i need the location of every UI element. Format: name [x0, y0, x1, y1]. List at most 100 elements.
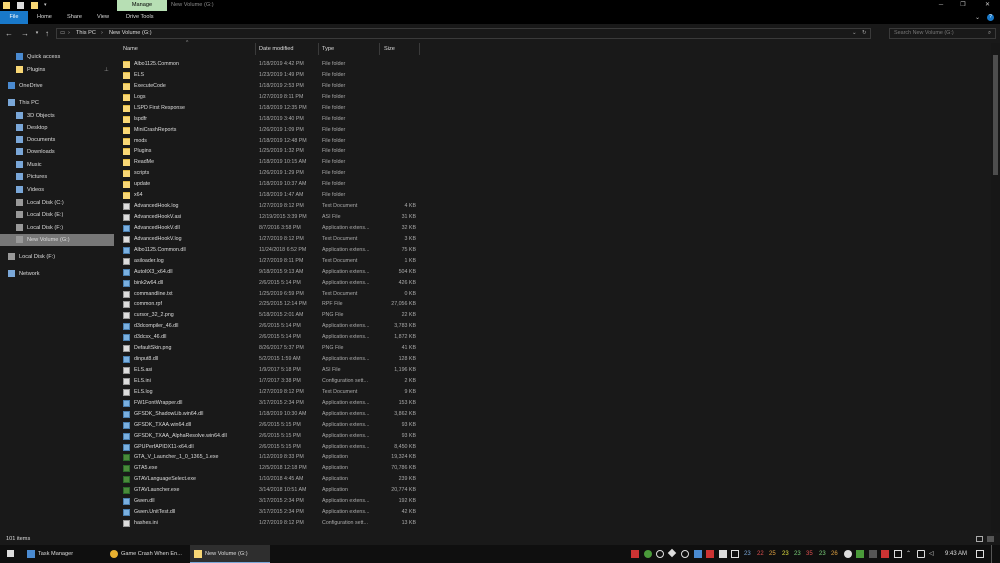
- file-row[interactable]: AdvancedHookV.dll 8/7/2016 3:58 PM Applica…: [117, 223, 417, 234]
- file-row[interactable]: ELS.ini 1/7/2017 3:38 PM Configuration set…: [117, 376, 417, 387]
- file-row[interactable]: Albo1125.Common 1/18/2019 4:42 PM File fol…: [117, 59, 417, 70]
- sidebar-item-desktop[interactable]: Desktop: [0, 122, 114, 134]
- column-header-type[interactable]: Type: [322, 43, 334, 55]
- taskbar-task-manager[interactable]: Task Manager: [23, 545, 103, 563]
- pin-icon[interactable]: ⊥: [104, 64, 109, 76]
- file-row[interactable]: mods 1/18/2019 12:48 PM File folder: [117, 136, 417, 147]
- back-button[interactable]: ←: [4, 28, 14, 39]
- file-row[interactable]: bink2w64.dll 2/6/2015 5:14 PM Application …: [117, 278, 417, 289]
- vertical-scrollbar[interactable]: [991, 43, 1000, 533]
- file-row[interactable]: GFSDK_TXAA.win64.dll 2/6/2015 5:15 PM Appl…: [117, 420, 417, 431]
- maximize-button[interactable]: ❐: [952, 0, 974, 11]
- column-divider[interactable]: [318, 43, 319, 55]
- help-icon[interactable]: ?: [987, 14, 994, 21]
- column-header-name[interactable]: Name: [123, 43, 138, 55]
- properties-icon[interactable]: [17, 2, 24, 9]
- tray-app-icon[interactable]: [631, 550, 639, 558]
- tray-app-icon[interactable]: [869, 550, 877, 558]
- chevron-down-icon[interactable]: ⌄: [852, 29, 857, 38]
- close-button[interactable]: ✕: [975, 0, 1000, 11]
- file-row[interactable]: Logs 1/27/2019 8:11 PM File folder: [117, 92, 417, 103]
- column-divider[interactable]: [379, 43, 380, 55]
- refresh-icon[interactable]: ↻: [862, 29, 867, 38]
- file-row[interactable]: common.rpf 2/25/2015 12:14 PM RPF File 27,0…: [117, 299, 417, 310]
- tray-app-icon[interactable]: [719, 550, 727, 558]
- file-row[interactable]: hashes.ini 1/27/2019 8:12 PM Configuration…: [117, 518, 417, 529]
- tray-app-icon[interactable]: [667, 548, 677, 558]
- tab-view[interactable]: View: [97, 11, 109, 24]
- chevron-up-icon[interactable]: ⌃: [906, 550, 916, 558]
- sidebar-item-downloads[interactable]: Downloads: [0, 146, 114, 158]
- tray-app-icon[interactable]: [681, 550, 689, 558]
- sidebar-item-new-volume-g[interactable]: New Volume (G:): [0, 234, 114, 246]
- column-header-size[interactable]: Size: [384, 43, 395, 55]
- file-row[interactable]: Albo1125.Common.dll 11/24/2018 6:52 PM App…: [117, 245, 417, 256]
- tray-app-icon[interactable]: [731, 550, 739, 558]
- breadcrumb-this-pc[interactable]: This PC: [76, 29, 96, 38]
- file-row[interactable]: GTAVLauncher.exe 3/14/2018 10:51 AM Applic…: [117, 485, 417, 496]
- sidebar-item-local-disk-e[interactable]: Local Disk (E:): [0, 209, 114, 221]
- sidebar-item-3d-objects[interactable]: 3D Objects: [0, 110, 114, 122]
- file-row[interactable]: ELS.asi 1/9/2017 5:18 PM ASI File 1,196 KB: [117, 365, 417, 376]
- tab-manage[interactable]: Manage: [117, 0, 167, 11]
- file-row[interactable]: Gwen.dll 3/17/2015 2:34 PM Application ext…: [117, 496, 417, 507]
- recent-locations-icon[interactable]: ▾: [32, 28, 42, 39]
- tray-app-icon[interactable]: [656, 550, 664, 558]
- new-folder-icon[interactable]: [31, 2, 38, 9]
- tray-app-icon[interactable]: [644, 550, 652, 558]
- file-row[interactable]: LSPD First Response 1/18/2019 12:35 PM Fil…: [117, 103, 417, 114]
- taskbar-chrome[interactable]: Game Crash When En...: [106, 545, 188, 563]
- file-row[interactable]: ReadMe 1/18/2019 10:15 AM File folder: [117, 157, 417, 168]
- address-bar[interactable]: ▭ › This PC › New Volume (G:) ⌄ ↻: [56, 28, 871, 39]
- file-row[interactable]: d3dcompiler_46.dll 2/6/2015 5:14 PM Applic…: [117, 321, 417, 332]
- start-button[interactable]: [0, 545, 22, 563]
- search-input[interactable]: Search New Volume (G:) ⌕: [889, 28, 996, 39]
- details-view-icon[interactable]: [976, 536, 983, 542]
- sidebar-item-videos[interactable]: Videos: [0, 184, 114, 196]
- minimize-button[interactable]: ─: [930, 0, 952, 11]
- column-divider[interactable]: [255, 43, 256, 55]
- file-row[interactable]: asiloader.log 1/27/2019 8:11 PM Text Docum…: [117, 256, 417, 267]
- chevron-down-icon[interactable]: ▾: [44, 2, 49, 9]
- file-row[interactable]: GFSDK_TXAA_AlphaResolve.win64.dll 2/6/201…: [117, 431, 417, 442]
- file-row[interactable]: AdvancedHookV.asi 12/19/2015 3:39 PM ASI F…: [117, 212, 417, 223]
- sidebar-item-this-pc[interactable]: This PC: [0, 97, 114, 109]
- file-row[interactable]: GTA5.exe 12/5/2018 12:18 PM Application 70,…: [117, 463, 417, 474]
- taskbar-file-explorer[interactable]: New Volume (G:): [190, 545, 270, 563]
- file-row[interactable]: AutoItX3_x64.dll 9/18/2015 9:13 AM Applica…: [117, 267, 417, 278]
- file-row[interactable]: commandline.txt 1/25/2019 6:59 PM Text Doc…: [117, 289, 417, 300]
- file-row[interactable]: x64 1/18/2019 1:47 AM File folder: [117, 190, 417, 201]
- tab-share[interactable]: Share: [67, 11, 82, 24]
- file-row[interactable]: GPUPerfAPIDX11-x64.dll 2/6/2015 5:15 PM Ap…: [117, 442, 417, 453]
- scrollbar-thumb[interactable]: [993, 55, 998, 175]
- file-row[interactable]: ELS.log 1/27/2019 8:12 PM Text Document 9 K…: [117, 387, 417, 398]
- sidebar-item-local-disk-f[interactable]: Local Disk (F:): [0, 251, 114, 263]
- tab-drive-tools[interactable]: Drive Tools: [126, 11, 154, 24]
- sidebar-item-pictures[interactable]: Pictures: [0, 171, 114, 183]
- notifications-icon[interactable]: [976, 550, 984, 558]
- file-row[interactable]: AdvancedHook.log 1/27/2019 8:12 PM Text Do…: [117, 201, 417, 212]
- chevron-down-icon[interactable]: ⌄: [975, 14, 980, 21]
- file-row[interactable]: GTAVLanguageSelect.exe 1/10/2018 4:45 AM A…: [117, 474, 417, 485]
- column-header-date[interactable]: Date modified: [259, 43, 294, 55]
- file-row[interactable]: ELS 1/23/2019 1:49 PM File folder: [117, 70, 417, 81]
- file-row[interactable]: GFSDK_ShadowLib.win64.dll 1/18/2019 10:30…: [117, 409, 417, 420]
- large-icons-view-icon[interactable]: [987, 536, 994, 542]
- up-button[interactable]: ↑: [42, 28, 52, 39]
- tab-file[interactable]: File: [0, 11, 28, 24]
- file-row[interactable]: cursor_32_2.png 5/18/2015 2:01 AM PNG File…: [117, 310, 417, 321]
- file-row[interactable]: ExecuteCode 1/18/2019 2:53 PM File folder: [117, 81, 417, 92]
- volume-icon[interactable]: ◁: [929, 550, 937, 558]
- show-desktop-button[interactable]: [991, 545, 994, 563]
- forward-button[interactable]: →: [20, 28, 30, 39]
- file-row[interactable]: lspdfr 1/18/2019 3:40 PM File folder: [117, 114, 417, 125]
- sidebar-item-quick-access[interactable]: Quick access: [0, 51, 114, 63]
- sidebar-item-onedrive[interactable]: OneDrive: [0, 80, 114, 92]
- file-row[interactable]: d3dcsx_46.dll 2/6/2015 5:14 PM Application…: [117, 332, 417, 343]
- file-row[interactable]: MiniCrashReports 1/26/2019 1:09 PM File fo…: [117, 125, 417, 136]
- file-row[interactable]: dinput8.dll 5/2/2015 1:59 AM Application e…: [117, 354, 417, 365]
- file-row[interactable]: GTA_V_Launcher_1_0_1365_1.exe 1/12/2019 8…: [117, 452, 417, 463]
- file-row[interactable]: update 1/18/2019 10:37 AM File folder: [117, 179, 417, 190]
- sidebar-item-local-disk-c[interactable]: Local Disk (C:): [0, 197, 114, 209]
- tray-app-icon[interactable]: [881, 550, 889, 558]
